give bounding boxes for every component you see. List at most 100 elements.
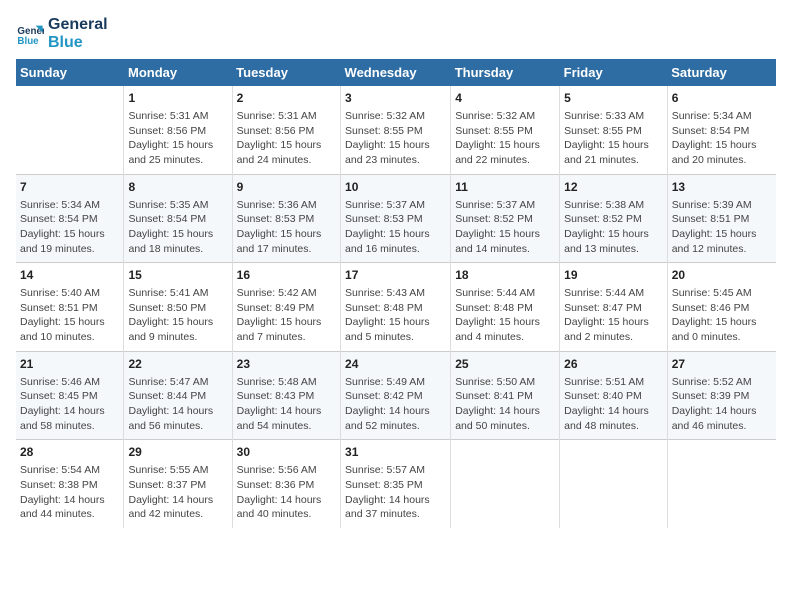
day-number: 30 [237, 444, 336, 461]
calendar-cell: 22 Sunrise: 5:47 AMSunset: 8:44 PMDayligh… [124, 351, 232, 440]
day-number: 31 [345, 444, 446, 461]
day-number: 29 [128, 444, 227, 461]
calendar-cell: 16Sunrise: 5:42 AMSunset: 8:49 PMDayligh… [232, 263, 340, 352]
day-number: 28 [20, 444, 119, 461]
calendar-cell [667, 440, 776, 528]
cell-info: Sunrise: 5:55 AMSunset: 8:37 PMDaylight:… [128, 463, 227, 522]
cell-info: Sunrise: 5:52 AMSunset: 8:39 PMDaylight:… [672, 375, 772, 434]
cell-info: Sunrise: 5:36 AMSunset: 8:53 PMDaylight:… [237, 198, 336, 257]
day-number: 19 [564, 267, 663, 284]
cell-info: Sunrise: 5:31 AMSunset: 8:56 PMDaylight:… [237, 109, 336, 168]
page-header: General Blue General Blue [16, 16, 776, 51]
logo: General Blue General Blue [16, 16, 108, 51]
day-number: 23 [237, 356, 336, 373]
day-number: 27 [672, 356, 772, 373]
calendar-cell: 11 Sunrise: 5:37 AMSunset: 8:52 PMDayligh… [451, 174, 560, 263]
cell-info: Sunrise: 5:51 AMSunset: 8:40 PMDaylight:… [564, 375, 663, 434]
cell-info: Sunrise: 5:46 AMSunset: 8:45 PMDaylight:… [20, 375, 119, 434]
calendar-cell: 2 Sunrise: 5:31 AMSunset: 8:56 PMDaylight… [232, 86, 340, 174]
week-row-2: 7Sunrise: 5:34 AMSunset: 8:54 PMDaylight… [16, 174, 776, 263]
day-number: 3 [345, 90, 446, 107]
calendar-cell: 31 Sunrise: 5:57 AMSunset: 8:35 PMDayligh… [341, 440, 451, 528]
calendar-cell: 6Sunrise: 5:34 AMSunset: 8:54 PMDaylight… [667, 86, 776, 174]
day-number: 18 [455, 267, 555, 284]
calendar-cell: 25 Sunrise: 5:50 AMSunset: 8:41 PMDayligh… [451, 351, 560, 440]
cell-info: Sunrise: 5:39 AMSunset: 8:51 PMDaylight:… [672, 198, 772, 257]
cell-info: Sunrise: 5:50 AMSunset: 8:41 PMDaylight:… [455, 375, 555, 434]
calendar-cell: 10Sunrise: 5:37 AMSunset: 8:53 PMDayligh… [341, 174, 451, 263]
calendar-cell: 19Sunrise: 5:44 AMSunset: 8:47 PMDayligh… [560, 263, 668, 352]
calendar-cell [560, 440, 668, 528]
calendar-cell: 7Sunrise: 5:34 AMSunset: 8:54 PMDaylight… [16, 174, 124, 263]
calendar-cell [451, 440, 560, 528]
day-number: 14 [20, 267, 119, 284]
weekday-header-row: SundayMondayTuesdayWednesdayThursdayFrid… [16, 59, 776, 86]
cell-info: Sunrise: 5:47 AMSunset: 8:44 PMDaylight:… [128, 375, 227, 434]
week-row-3: 14 Sunrise: 5:40 AMSunset: 8:51 PMDayligh… [16, 263, 776, 352]
calendar-cell [16, 86, 124, 174]
cell-info: Sunrise: 5:57 AMSunset: 8:35 PMDaylight:… [345, 463, 446, 522]
day-number: 2 [237, 90, 336, 107]
weekday-header-tuesday: Tuesday [232, 59, 340, 86]
calendar-cell: 29 Sunrise: 5:55 AMSunset: 8:37 PMDayligh… [124, 440, 232, 528]
calendar-cell: 12 Sunrise: 5:38 AMSunset: 8:52 PMDayligh… [560, 174, 668, 263]
weekday-header-saturday: Saturday [667, 59, 776, 86]
calendar-cell: 14 Sunrise: 5:40 AMSunset: 8:51 PMDayligh… [16, 263, 124, 352]
day-number: 20 [672, 267, 772, 284]
day-number: 1 [128, 90, 227, 107]
calendar-cell: 13 Sunrise: 5:39 AMSunset: 8:51 PMDayligh… [667, 174, 776, 263]
day-number: 12 [564, 179, 663, 196]
week-row-5: 28Sunrise: 5:54 AMSunset: 8:38 PMDayligh… [16, 440, 776, 528]
cell-info: Sunrise: 5:38 AMSunset: 8:52 PMDaylight:… [564, 198, 663, 257]
day-number: 22 [128, 356, 227, 373]
day-number: 11 [455, 179, 555, 196]
cell-info: Sunrise: 5:41 AMSunset: 8:50 PMDaylight:… [128, 286, 227, 345]
cell-info: Sunrise: 5:34 AMSunset: 8:54 PMDaylight:… [672, 109, 772, 168]
cell-info: Sunrise: 5:44 AMSunset: 8:48 PMDaylight:… [455, 286, 555, 345]
calendar-cell: 17 Sunrise: 5:43 AMSunset: 8:48 PMDayligh… [341, 263, 451, 352]
day-number: 25 [455, 356, 555, 373]
cell-info: Sunrise: 5:56 AMSunset: 8:36 PMDaylight:… [237, 463, 336, 522]
week-row-4: 21 Sunrise: 5:46 AMSunset: 8:45 PMDayligh… [16, 351, 776, 440]
day-number: 17 [345, 267, 446, 284]
cell-info: Sunrise: 5:49 AMSunset: 8:42 PMDaylight:… [345, 375, 446, 434]
logo-text-line1: General [48, 16, 108, 34]
calendar-cell: 23 Sunrise: 5:48 AMSunset: 8:43 PMDayligh… [232, 351, 340, 440]
cell-info: Sunrise: 5:40 AMSunset: 8:51 PMDaylight:… [20, 286, 119, 345]
calendar-cell: 18 Sunrise: 5:44 AMSunset: 8:48 PMDayligh… [451, 263, 560, 352]
svg-text:Blue: Blue [17, 35, 39, 46]
cell-info: Sunrise: 5:48 AMSunset: 8:43 PMDaylight:… [237, 375, 336, 434]
calendar-cell: 4Sunrise: 5:32 AMSunset: 8:55 PMDaylight… [451, 86, 560, 174]
calendar-cell: 30 Sunrise: 5:56 AMSunset: 8:36 PMDayligh… [232, 440, 340, 528]
day-number: 26 [564, 356, 663, 373]
day-number: 24 [345, 356, 446, 373]
logo-text-line2: Blue [48, 34, 108, 52]
cell-info: Sunrise: 5:34 AMSunset: 8:54 PMDaylight:… [20, 198, 119, 257]
calendar-cell: 28Sunrise: 5:54 AMSunset: 8:38 PMDayligh… [16, 440, 124, 528]
calendar-cell: 26 Sunrise: 5:51 AMSunset: 8:40 PMDayligh… [560, 351, 668, 440]
logo-icon: General Blue [16, 20, 44, 48]
day-number: 21 [20, 356, 119, 373]
day-number: 9 [237, 179, 336, 196]
calendar-cell: 21 Sunrise: 5:46 AMSunset: 8:45 PMDayligh… [16, 351, 124, 440]
day-number: 10 [345, 179, 446, 196]
weekday-header-monday: Monday [124, 59, 232, 86]
day-number: 8 [128, 179, 227, 196]
cell-info: Sunrise: 5:35 AMSunset: 8:54 PMDaylight:… [128, 198, 227, 257]
calendar-cell: 24 Sunrise: 5:49 AMSunset: 8:42 PMDayligh… [341, 351, 451, 440]
calendar-cell: 8 Sunrise: 5:35 AMSunset: 8:54 PMDaylight… [124, 174, 232, 263]
day-number: 5 [564, 90, 663, 107]
cell-info: Sunrise: 5:43 AMSunset: 8:48 PMDaylight:… [345, 286, 446, 345]
weekday-header-thursday: Thursday [451, 59, 560, 86]
day-number: 13 [672, 179, 772, 196]
cell-info: Sunrise: 5:31 AMSunset: 8:56 PMDaylight:… [128, 109, 227, 168]
cell-info: Sunrise: 5:32 AMSunset: 8:55 PMDaylight:… [345, 109, 446, 168]
weekday-header-friday: Friday [560, 59, 668, 86]
weekday-header-wednesday: Wednesday [341, 59, 451, 86]
calendar-cell: 5 Sunrise: 5:33 AMSunset: 8:55 PMDaylight… [560, 86, 668, 174]
cell-info: Sunrise: 5:33 AMSunset: 8:55 PMDaylight:… [564, 109, 663, 168]
cell-info: Sunrise: 5:45 AMSunset: 8:46 PMDaylight:… [672, 286, 772, 345]
cell-info: Sunrise: 5:32 AMSunset: 8:55 PMDaylight:… [455, 109, 555, 168]
cell-info: Sunrise: 5:37 AMSunset: 8:52 PMDaylight:… [455, 198, 555, 257]
calendar-cell: 9 Sunrise: 5:36 AMSunset: 8:53 PMDaylight… [232, 174, 340, 263]
